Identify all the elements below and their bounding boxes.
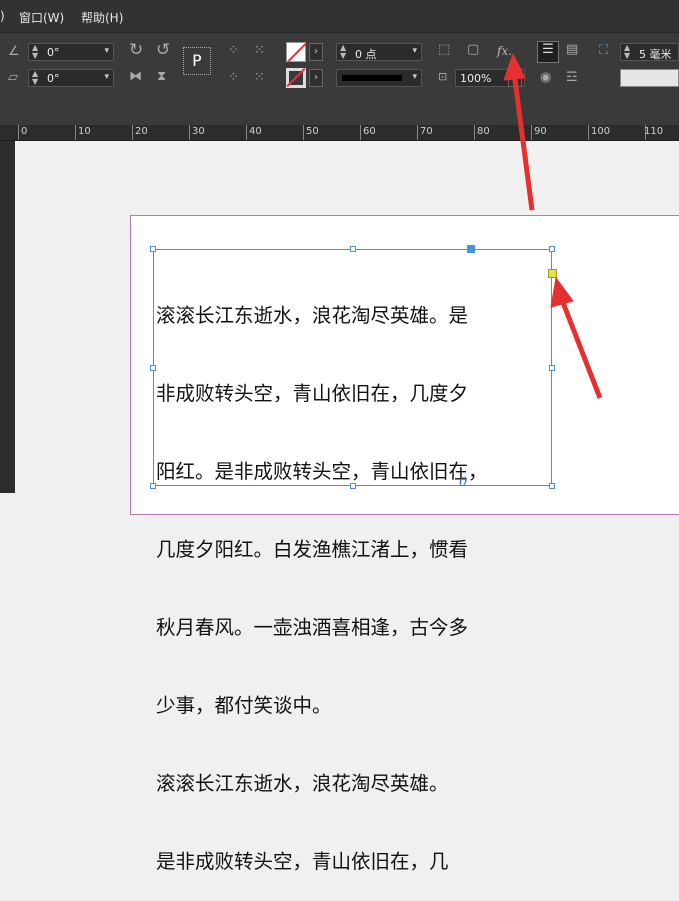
text-line: 少事，都付笑谈中。 [156, 694, 332, 717]
arrow-head-port [550, 276, 574, 308]
text-line: 秋月春风。一壶浊酒喜相逢，古今多 [156, 616, 469, 639]
arrow-to-out-port [559, 299, 603, 399]
arrow-head-fx [503, 52, 526, 81]
annotation-arrows [503, 52, 603, 399]
text-line: 几度夕阳红。白发渔樵江渚上，惯看 [156, 538, 469, 561]
text-line: 滚滚长江东逝水，浪花淘尽英雄。 [156, 772, 449, 795]
text-line: 是非成败转头空，青山依旧在，几 [156, 850, 449, 873]
arrow-to-fx [511, 71, 535, 211]
